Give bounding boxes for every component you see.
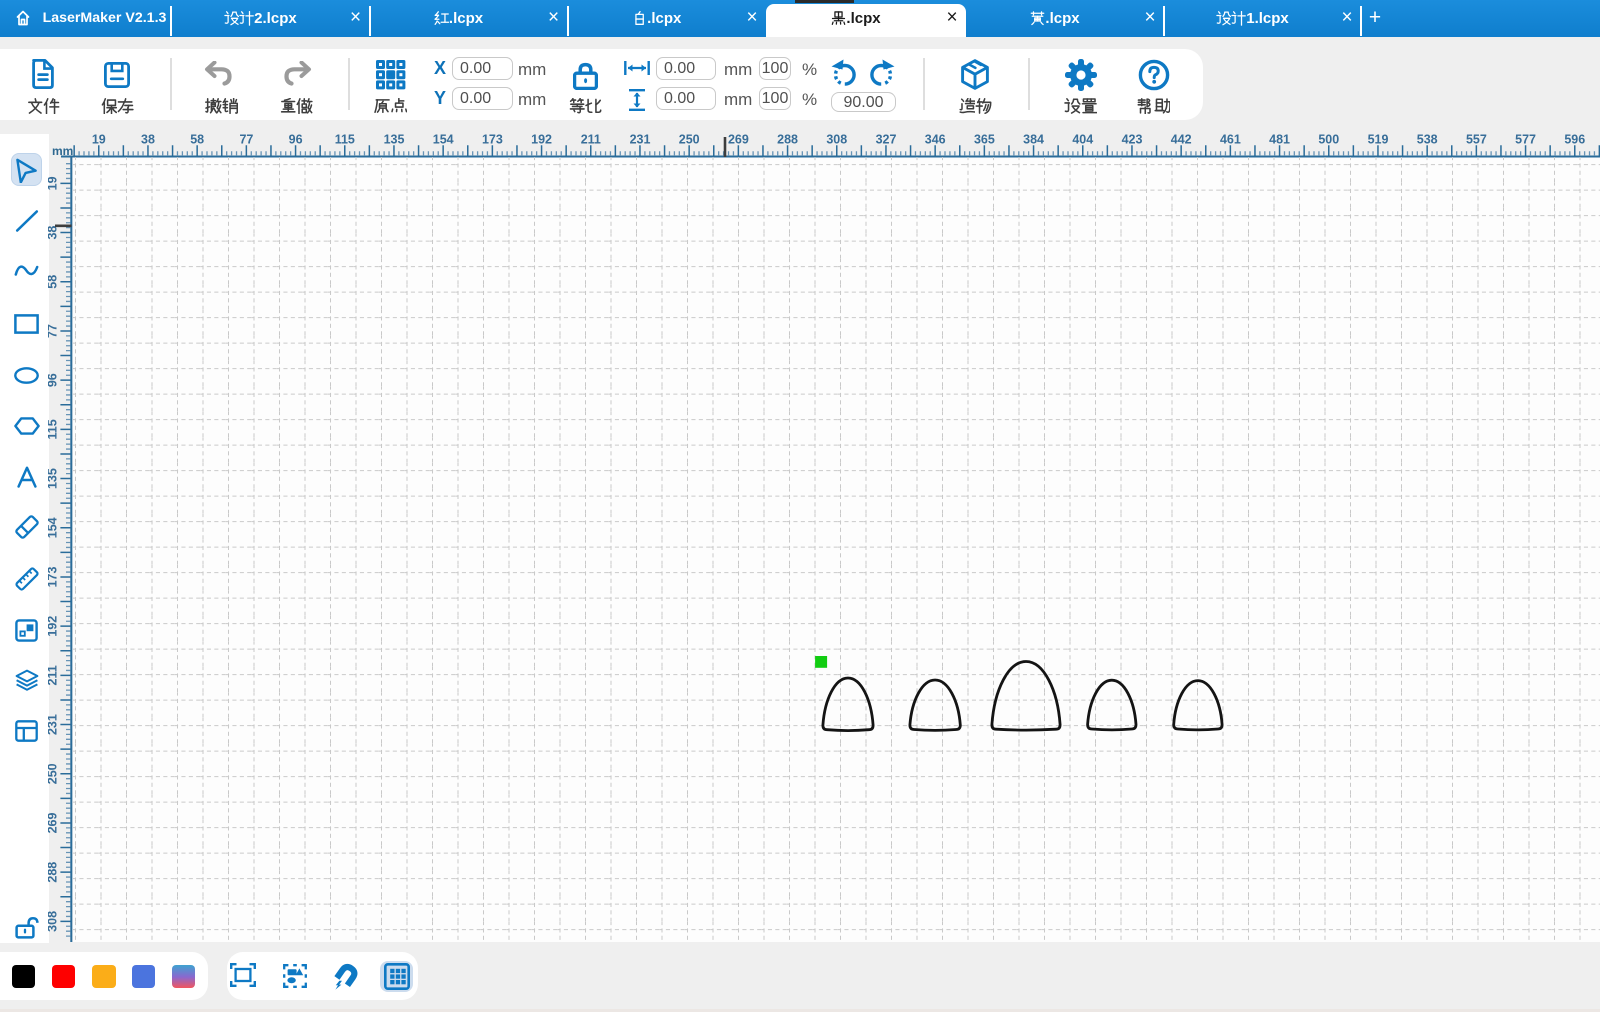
svg-text:557: 557 bbox=[1466, 133, 1487, 147]
svg-text:77: 77 bbox=[48, 324, 60, 338]
svg-text:58: 58 bbox=[190, 133, 204, 147]
svg-text:115: 115 bbox=[48, 419, 60, 439]
svg-text:115: 115 bbox=[335, 133, 355, 147]
svg-text:288: 288 bbox=[48, 862, 60, 883]
svg-text:77: 77 bbox=[239, 133, 253, 147]
svg-text:231: 231 bbox=[48, 714, 60, 735]
svg-text:423: 423 bbox=[1122, 133, 1143, 147]
svg-text:19: 19 bbox=[48, 176, 60, 190]
svg-text:211: 211 bbox=[581, 133, 601, 147]
svg-text:173: 173 bbox=[482, 133, 503, 147]
svg-text:58: 58 bbox=[48, 275, 60, 289]
svg-text:135: 135 bbox=[48, 468, 60, 489]
svg-text:154: 154 bbox=[433, 133, 454, 147]
svg-text:404: 404 bbox=[1072, 133, 1093, 147]
svg-text:135: 135 bbox=[384, 133, 405, 147]
svg-text:308: 308 bbox=[48, 911, 60, 932]
svg-text:250: 250 bbox=[48, 763, 60, 784]
svg-text:365: 365 bbox=[974, 133, 995, 147]
svg-text:384: 384 bbox=[1023, 133, 1044, 147]
svg-text:19: 19 bbox=[92, 133, 106, 147]
svg-text:231: 231 bbox=[630, 133, 651, 147]
svg-text:346: 346 bbox=[925, 133, 946, 147]
svg-text:211: 211 bbox=[48, 665, 60, 685]
svg-text:442: 442 bbox=[1171, 133, 1192, 147]
svg-text:327: 327 bbox=[876, 133, 897, 147]
svg-text:288: 288 bbox=[777, 133, 798, 147]
svg-text:38: 38 bbox=[141, 133, 155, 147]
svg-text:538: 538 bbox=[1417, 133, 1438, 147]
svg-text:250: 250 bbox=[679, 133, 700, 147]
svg-text:269: 269 bbox=[728, 133, 749, 147]
svg-text:308: 308 bbox=[826, 133, 847, 147]
svg-text:461: 461 bbox=[1220, 133, 1241, 147]
svg-text:154: 154 bbox=[48, 517, 60, 538]
svg-text:96: 96 bbox=[48, 373, 60, 387]
svg-text:38: 38 bbox=[48, 226, 60, 240]
svg-text:96: 96 bbox=[289, 133, 303, 147]
svg-text:192: 192 bbox=[531, 133, 552, 147]
svg-text:596: 596 bbox=[1564, 133, 1585, 147]
svg-text:500: 500 bbox=[1318, 133, 1339, 147]
svg-text:519: 519 bbox=[1368, 133, 1389, 147]
svg-text:481: 481 bbox=[1269, 133, 1290, 147]
svg-text:173: 173 bbox=[48, 567, 60, 588]
svg-text:269: 269 bbox=[48, 813, 60, 834]
svg-text:192: 192 bbox=[48, 616, 60, 637]
svg-text:577: 577 bbox=[1515, 133, 1536, 147]
